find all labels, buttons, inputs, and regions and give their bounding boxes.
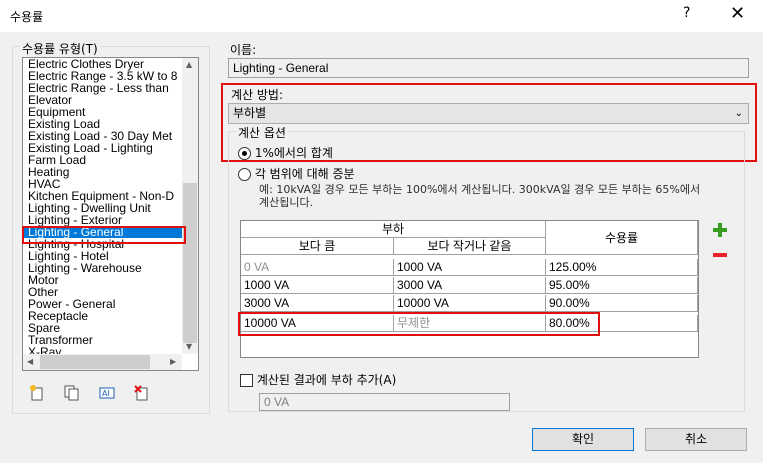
row2-less[interactable]: 3000 VA <box>394 277 546 294</box>
option-incremental-label: 각 범위에 대해 증분 <box>254 167 355 181</box>
radio-unselected-icon <box>238 168 251 181</box>
row3-less[interactable]: 10000 VA <box>394 295 546 312</box>
scroll-down-icon[interactable]: ▼ <box>186 342 192 351</box>
rename-icon[interactable]: AI <box>99 385 115 404</box>
header-load: 부하 <box>241 221 546 238</box>
row2-greater: 1000 VA <box>241 277 394 294</box>
new-type-icon[interactable] <box>29 385 45 404</box>
row3-greater: 3000 VA <box>241 295 394 312</box>
header-less-equal: 보다 작거나 같음 <box>394 238 546 255</box>
vertical-scroll-thumb[interactable] <box>183 183 197 343</box>
checkbox-icon <box>240 374 253 387</box>
last-row-highlight <box>238 312 600 336</box>
close-button[interactable]: ✕ <box>730 3 745 24</box>
calc-description: 예: 10kVA일 경우 모든 부하는 100%에서 계산됩니다. 300kVA… <box>259 183 701 209</box>
calc-method-label: 계산 방법: <box>231 88 284 102</box>
calc-method-dropdown[interactable]: 부하별 ⌄ <box>228 103 749 124</box>
add-load-label: 계산된 결과에 부하 추가(A) <box>256 373 397 387</box>
row2-factor[interactable]: 95.00% <box>546 277 698 294</box>
row1-less[interactable]: 1000 VA <box>394 259 546 276</box>
window-title: 수용률 <box>10 10 44 24</box>
delete-icon[interactable] <box>134 385 150 404</box>
calc-method-value: 부하별 <box>233 106 267 120</box>
type-list: Electric Clothes Dryer Electric Range - 3… <box>23 58 182 354</box>
title-bar: 수용률 ? ✕ <box>0 0 763 32</box>
selected-item-highlight <box>22 226 186 244</box>
scroll-up-icon[interactable]: ▲ <box>186 60 192 69</box>
help-button[interactable]: ? <box>683 5 690 21</box>
chevron-down-icon: ⌄ <box>734 108 743 119</box>
ok-button[interactable]: 확인 <box>532 428 634 451</box>
row1-factor[interactable]: 125.00% <box>546 259 698 276</box>
row3-factor[interactable]: 90.00% <box>546 295 698 312</box>
horizontal-scroll-thumb[interactable] <box>40 355 150 369</box>
duplicate-icon[interactable] <box>64 385 80 404</box>
scroll-left-icon[interactable]: ◀ <box>27 357 33 366</box>
option-total-radio[interactable]: 1%에서의 합계 <box>238 144 333 161</box>
option-incremental-radio[interactable]: 각 범위에 대해 증분 <box>238 165 355 182</box>
name-label: 이름: <box>230 43 257 57</box>
radio-selected-icon <box>238 147 251 160</box>
demand-table: 부하 수용률 보다 큼 보다 작거나 같음 0 VA 1000 VA 125.0… <box>240 220 699 358</box>
scroll-right-icon[interactable]: ▶ <box>170 357 176 366</box>
add-row-icon[interactable] <box>712 222 728 241</box>
cancel-button[interactable]: 취소 <box>645 428 747 451</box>
type-listbox[interactable]: Electric Clothes Dryer Electric Range - 3… <box>22 57 199 371</box>
add-load-checkbox[interactable]: 계산된 결과에 부하 추가(A) <box>240 371 396 388</box>
name-field[interactable]: Lighting - General <box>228 58 749 78</box>
remove-row-icon[interactable] <box>712 250 728 264</box>
option-total-label: 1%에서의 합계 <box>254 146 333 160</box>
add-load-field: 0 VA <box>259 393 510 411</box>
row1-greater: 0 VA <box>241 259 394 276</box>
header-factor: 수용률 <box>546 221 698 255</box>
list-item[interactable]: X-Ray <box>23 346 182 354</box>
calc-options-label: 계산 옵션 <box>236 124 288 141</box>
svg-text:AI: AI <box>102 389 110 398</box>
type-group-label: 수용률 유형(T) <box>20 40 100 57</box>
header-greater: 보다 큼 <box>241 238 394 255</box>
